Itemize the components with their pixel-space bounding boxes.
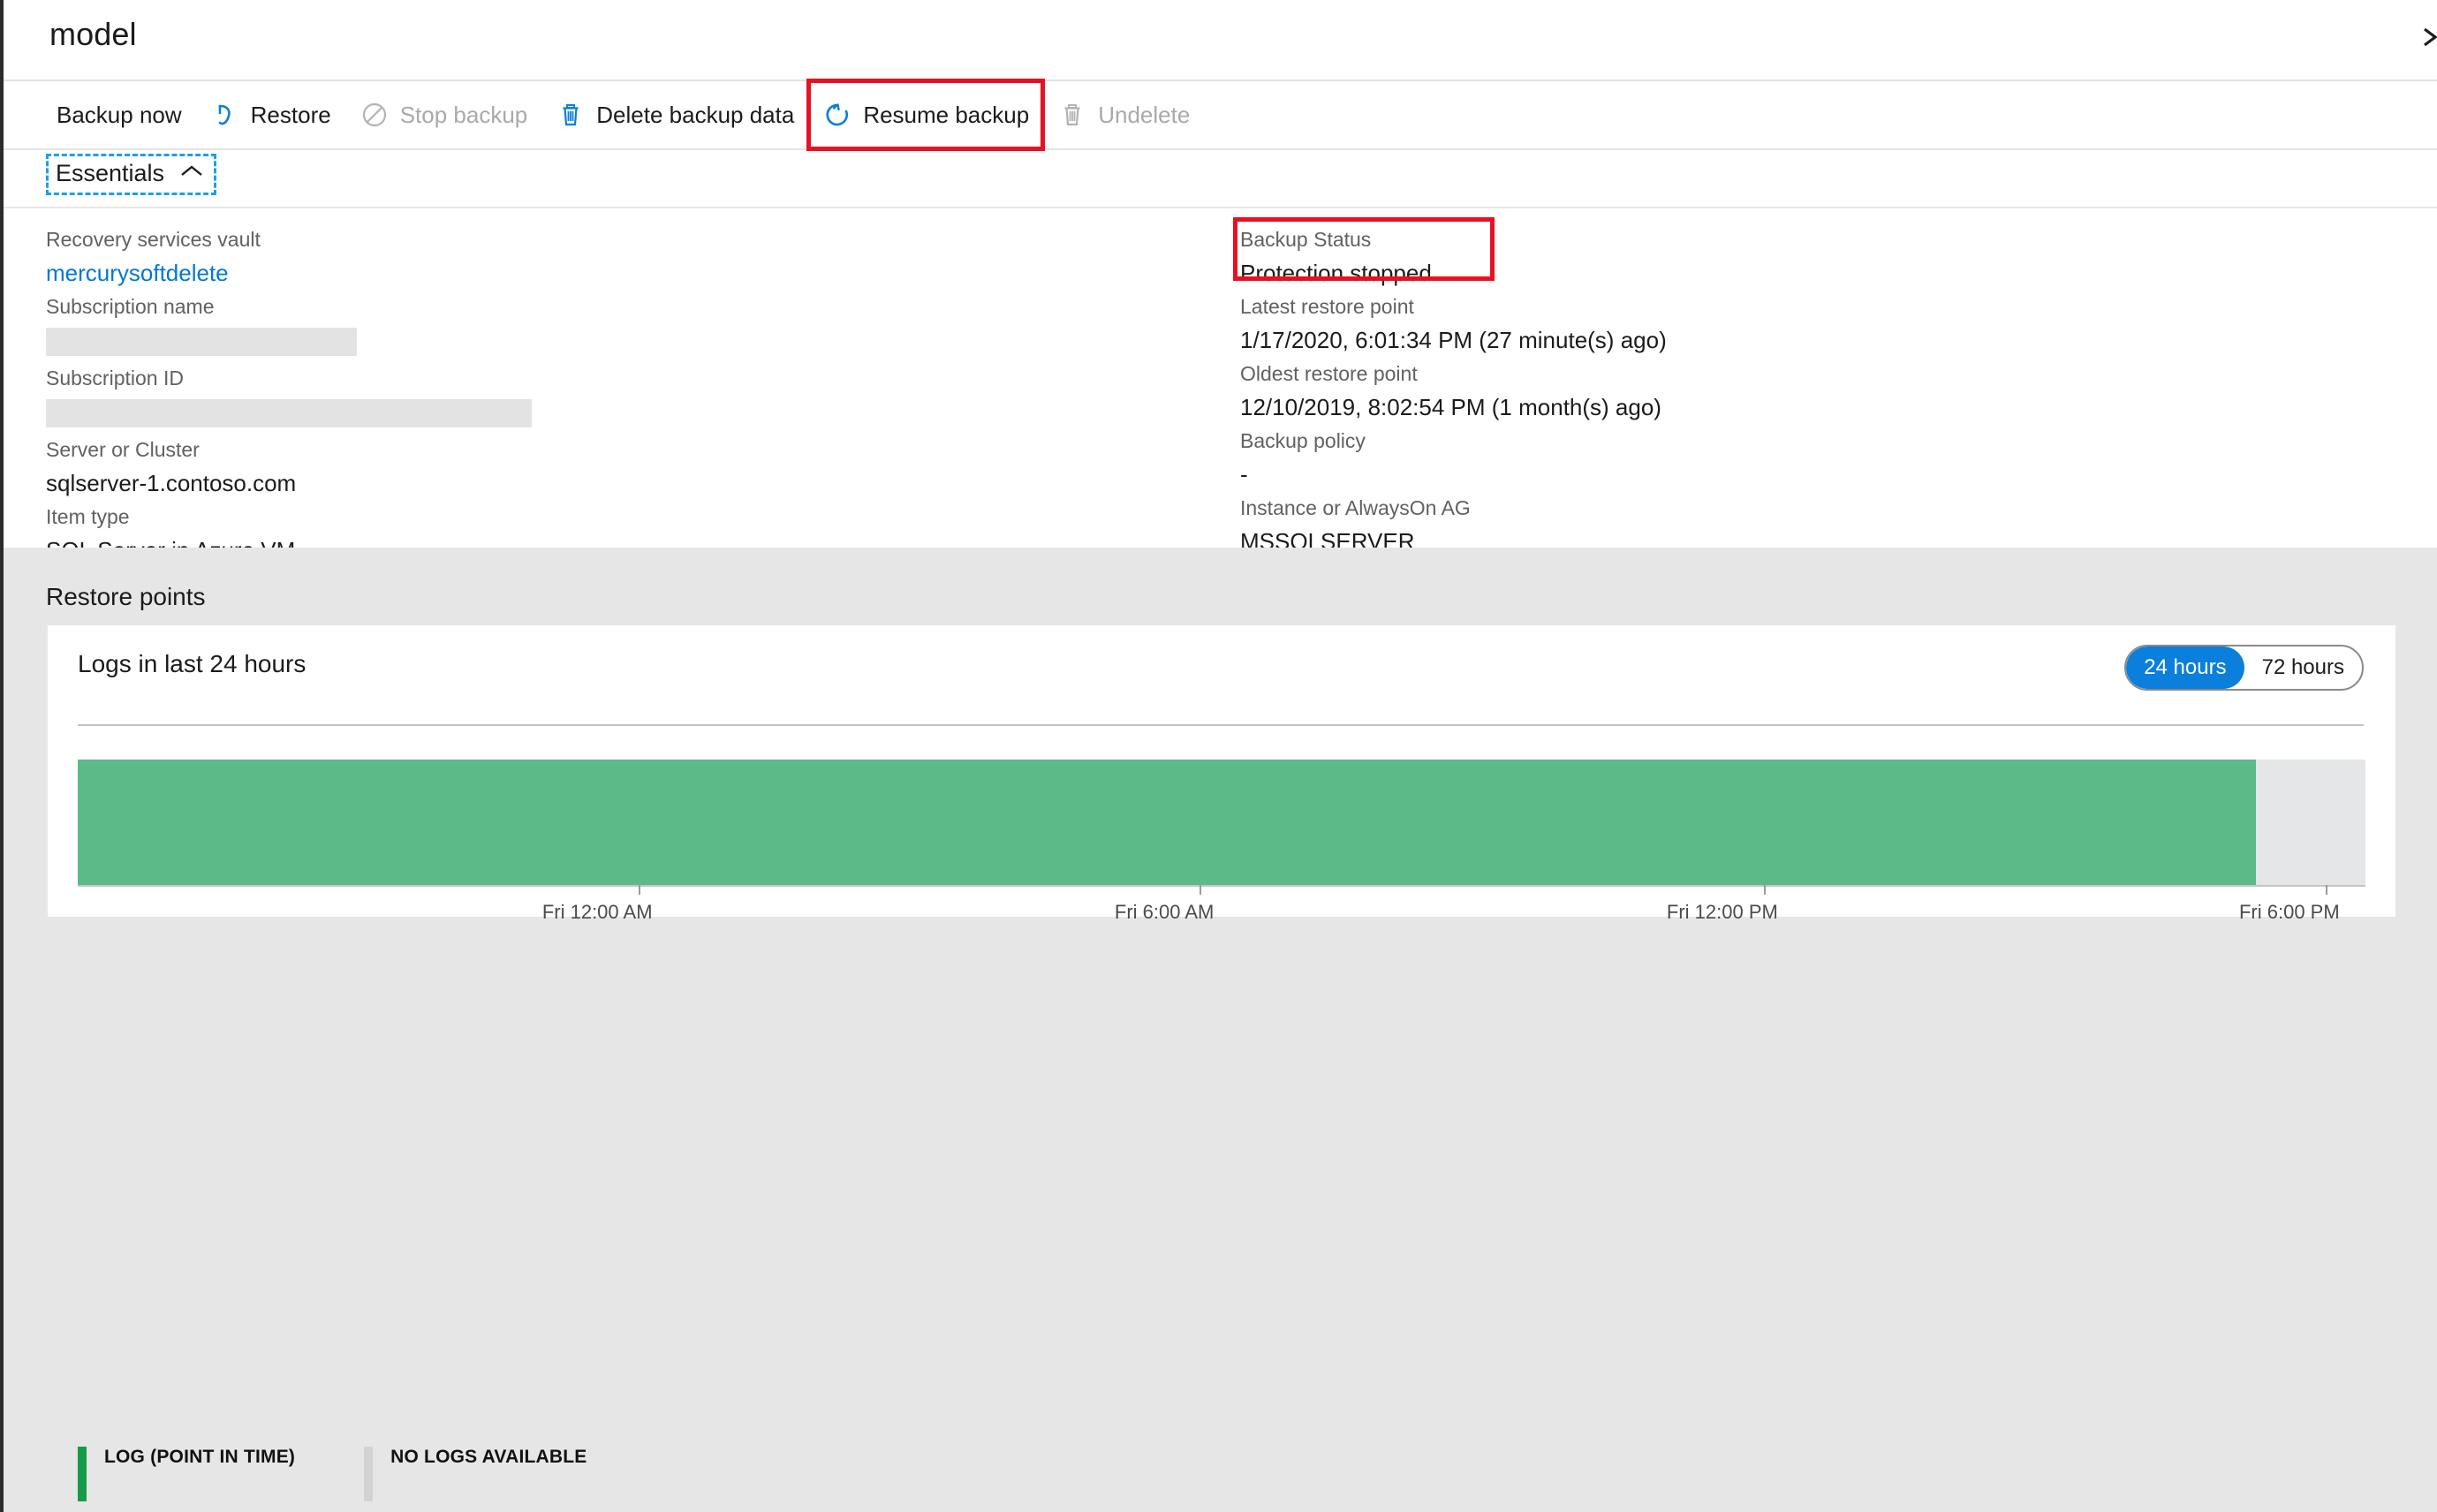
range-option-72-hours[interactable]: 72 hours (2244, 646, 2362, 689)
oldest-restore-point-value: 12/10/2019, 8:02:54 PM (1 month(s) ago) (1240, 394, 1661, 420)
recovery-services-vault-link[interactable]: mercurysoftdelete (46, 256, 1177, 290)
resume-backup-button[interactable]: Resume backup (806, 79, 1046, 151)
field-label: Subscription ID (46, 367, 184, 389)
restore-points-title: Restore points (46, 583, 206, 610)
field-subscription-name: Subscription name (46, 290, 1177, 356)
latest-restore-point-value: 1/17/2020, 6:01:34 PM (27 minute(s) ago) (1240, 327, 1667, 353)
chart-x-tick (1200, 885, 1202, 895)
chart-x-tick (1763, 885, 1766, 895)
field-backup-policy: Backup policy - (1240, 424, 2300, 491)
field-label: Item type (46, 505, 130, 528)
chart-legend: LOG (POINT IN TIME) NO LOGS AVAILABLE (78, 1447, 655, 1501)
stop-backup-icon (359, 100, 390, 130)
field-label: Server or Cluster (46, 438, 200, 461)
backup-policy-value: - (1240, 461, 1248, 488)
legend-item-no-logs-available: NO LOGS AVAILABLE (364, 1447, 587, 1501)
restore-icon (210, 100, 240, 130)
blade-root: model Backup now Restore Stop backup Del… (0, 0, 2437, 1512)
field-label: Backup Status (1240, 228, 1372, 251)
legend-item-log-point-in-time: LOG (POINT IN TIME) (78, 1447, 295, 1501)
page-title: model (49, 16, 137, 52)
subscription-name-redacted-value (46, 328, 357, 356)
delete-icon (556, 100, 586, 130)
command-bar: Backup now Restore Stop backup Delete ba… (4, 79, 2437, 151)
chart-x-tick-label: Fri 6:00 AM (1114, 901, 1215, 923)
restore-label: Restore (250, 101, 331, 128)
field-label: Latest restore point (1240, 295, 1414, 318)
field-recovery-services-vault: Recovery services vault mercurysoftdelet… (46, 223, 1177, 290)
field-label: Subscription name (46, 295, 215, 318)
range-option-24-hours[interactable]: 24 hours (2126, 646, 2244, 689)
chart-axis-line (78, 885, 2365, 887)
chart-x-tick-label: Fri 12:00 PM (1666, 901, 1778, 923)
delete-backup-data-label: Delete backup data (596, 101, 795, 128)
undelete-button[interactable]: Undelete (1043, 80, 1204, 149)
undelete-label: Undelete (1098, 101, 1191, 128)
undelete-icon (1057, 100, 1087, 130)
restore-points-section: Restore points Logs in last 24 hours 24 … (4, 548, 2437, 1512)
logs-chart-card: Logs in last 24 hours 24 hours 72 hours … (48, 625, 2395, 923)
field-label: Instance or AlwaysOn AG (1240, 496, 1471, 519)
stop-backup-button[interactable]: Stop backup (345, 80, 542, 149)
time-range-toggle: 24 hours 72 hours (2124, 645, 2364, 691)
essentials-toggle[interactable]: Essentials (46, 154, 217, 195)
restore-button[interactable]: Restore (196, 80, 345, 149)
chart-bar-segment (78, 760, 2256, 885)
essentials-body: Recovery services vault mercurysoftdelet… (4, 208, 2437, 563)
close-icon[interactable] (2412, 19, 2437, 55)
logs-chart-title: Logs in last 24 hours (78, 650, 307, 677)
chart-x-tick-label: Fri 6:00 PM (2238, 901, 2340, 923)
legend-swatch (364, 1447, 374, 1501)
resume-backup-label: Resume backup (863, 101, 1030, 128)
logs-chart-plot[interactable]: Fri 12:00 AM Fri 6:00 AM Fri 12:00 PM Fri 6… (78, 724, 2365, 923)
field-backup-status: Backup Status Protection stopped (1233, 217, 2300, 290)
field-server-or-cluster: Server or Cluster sqlserver-1.contoso.co… (46, 433, 1177, 500)
field-oldest-restore-point: Oldest restore point 12/10/2019, 8:02:54… (1240, 357, 2300, 424)
chevron-up-icon (178, 163, 205, 185)
essentials-label: Essentials (56, 160, 165, 186)
legend-label: NO LOGS AVAILABLE (390, 1447, 587, 1467)
chart-bars (78, 760, 2365, 885)
legend-swatch (78, 1447, 87, 1501)
chart-x-tick (638, 885, 640, 895)
field-label: Recovery services vault (46, 228, 261, 251)
chart-bar-segment (2255, 760, 2365, 885)
field-label: Backup policy (1240, 429, 1366, 452)
chart-x-tick-label: Fri 12:00 AM (541, 901, 653, 923)
chart-x-tick (2325, 885, 2327, 895)
blade-titlebar: model (4, 0, 2437, 81)
field-label: Oldest restore point (1240, 362, 1418, 385)
field-latest-restore-point: Latest restore point 1/17/2020, 6:01:34 … (1240, 290, 2300, 357)
legend-label: LOG (POINT IN TIME) (104, 1447, 296, 1467)
essentials-left-column: Recovery services vault mercurysoftdelet… (46, 223, 1177, 567)
resume-backup-icon (822, 100, 852, 130)
essentials-right-column: Backup Status Protection stopped Latest … (1233, 217, 2300, 558)
chart-top-gridline (78, 724, 2364, 726)
essentials-header: Essentials (4, 150, 2437, 208)
stop-backup-label: Stop backup (399, 101, 528, 128)
subscription-id-redacted-value (46, 399, 532, 427)
field-subscription-id: Subscription ID (46, 361, 1177, 427)
status-badge: Protection stopped (1240, 260, 1432, 286)
delete-backup-data-button[interactable]: Delete backup data (541, 80, 808, 149)
backup-now-button[interactable]: Backup now (42, 80, 196, 149)
backup-now-label: Backup now (57, 101, 182, 128)
server-or-cluster-value: sqlserver-1.contoso.com (46, 470, 297, 496)
